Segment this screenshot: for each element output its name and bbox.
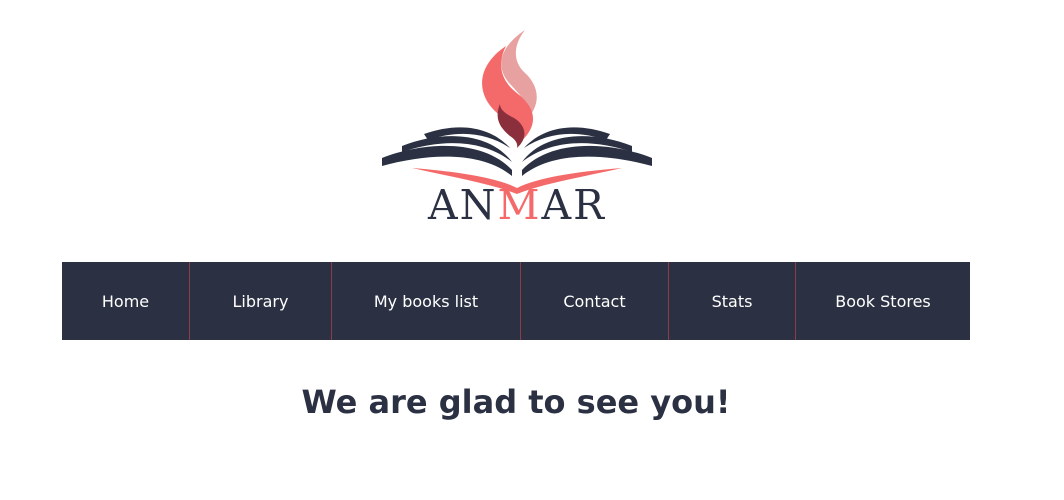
nav-item-library[interactable]: Library [190,262,332,340]
brand-wordmark: ANMAR [372,180,662,230]
nav-item-stats[interactable]: Stats [669,262,796,340]
brand-text-accent: M [497,181,542,229]
nav-item-book-stores[interactable]: Book Stores [796,262,970,340]
nav-item-contact[interactable]: Contact [521,262,669,340]
nav-item-home[interactable]: Home [62,262,190,340]
main-navigation: Home Library My books list Contact Stats… [62,262,970,340]
brand-text-part1: AN [428,181,498,229]
brand-text-part2: AR [541,181,606,229]
nav-item-my-books-list[interactable]: My books list [332,262,521,340]
welcome-heading: We are glad to see you! [301,383,731,421]
site-logo[interactable]: ANMAR [372,22,662,234]
